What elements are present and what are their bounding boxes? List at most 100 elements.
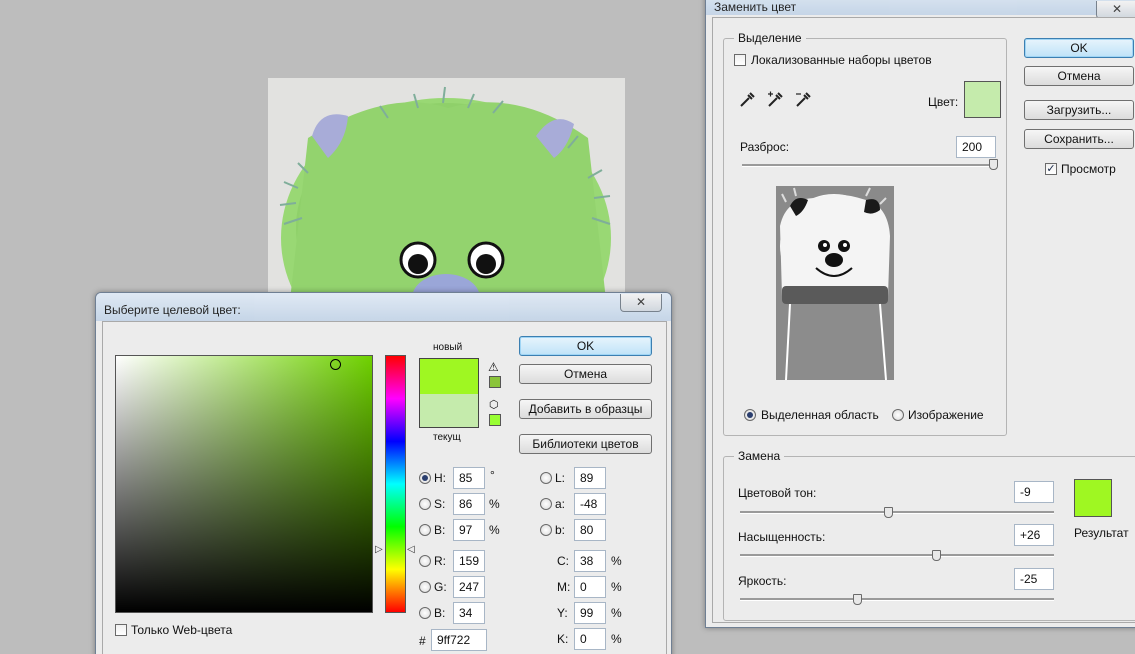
l-input[interactable]: 89 [574,467,606,489]
localized-label: Локализованные наборы цветов [751,53,932,67]
canvas-image [268,78,625,318]
lab-b-label: b: [555,523,566,537]
result-swatch[interactable] [1074,479,1112,517]
g-radio[interactable] [419,581,431,593]
selection-preview [776,186,894,381]
fuzziness-label: Разброс: [740,140,790,154]
s-unit: % [489,497,500,511]
replace-color-dialog: Заменить цвет ✕ Выделение Локализованные… [705,0,1135,628]
fuzziness-slider-track[interactable] [742,164,996,167]
k-input[interactable]: 0 [574,628,606,650]
a-radio[interactable] [540,498,552,510]
replacement-group: Замена Цветовой тон: -9 Насыщенность: +2… [723,449,1135,621]
m-unit: % [611,580,622,594]
hue-input[interactable]: -9 [1014,481,1054,503]
current-color-swatch[interactable] [420,394,478,427]
lightness-input[interactable]: -25 [1014,568,1054,590]
hue-slider-thumb[interactable] [884,507,893,518]
color-picker-body: ▷ ◁ новый текущ ⚠ ⬡ OK Отмена Добавить в… [102,321,667,654]
gamut-swatch[interactable] [489,376,501,388]
load-button[interactable]: Загрузить... [1024,100,1134,120]
selected-color-swatch[interactable] [964,81,1001,118]
saturation-input[interactable]: +26 [1014,524,1054,546]
color-libraries-button[interactable]: Библиотеки цветов [519,434,652,454]
fuzziness-slider-thumb[interactable] [989,159,998,170]
eyedropper-minus-icon[interactable] [794,91,812,112]
current-label: текущ [433,432,461,443]
save-button[interactable]: Сохранить... [1024,129,1134,149]
hue-strip-left-arrow[interactable]: ▷ [375,544,383,555]
color-label: Цвет: [928,95,959,109]
a-input[interactable]: -48 [574,493,606,515]
preview-label: Просмотр [1061,162,1116,176]
hue-slider-track[interactable] [740,511,1054,514]
hue-strip-right-arrow[interactable]: ◁ [407,544,415,555]
b-label: B: [434,523,446,537]
replace-color-titlebar[interactable]: Заменить цвет ✕ [706,0,1135,19]
selection-group-title: Выделение [734,31,806,45]
lab-b-radio[interactable] [540,524,552,536]
localized-checkbox[interactable] [734,54,746,66]
web-safe-swatch[interactable] [489,414,501,426]
l-radio[interactable] [540,472,552,484]
color-picker-title: Выберите целевой цвет: [104,303,241,317]
lightness-slider-thumb[interactable] [853,594,862,605]
s-radio[interactable] [419,498,431,510]
picker-cancel-button[interactable]: Отмена [519,364,652,384]
eyedropper-icon[interactable] [738,91,756,112]
c-label: C: [557,554,569,568]
replace-ok-button[interactable]: OK [1024,38,1134,58]
m-input[interactable]: 0 [574,576,606,598]
replacement-group-title: Замена [734,449,785,463]
picker-ok-button[interactable]: OK [519,336,652,356]
saturation-brightness-field[interactable] [115,355,373,613]
color-picker-titlebar[interactable]: Выберите целевой цвет: ✕ [96,293,671,321]
new-color-swatch [420,359,478,394]
color-field-marker[interactable] [330,359,341,370]
s-label: S: [434,497,446,511]
lab-b-input[interactable]: 80 [574,519,606,541]
h-label: H: [434,471,446,485]
h-unit: ° [490,468,495,482]
close-icon[interactable]: ✕ [620,294,662,312]
replace-cancel-button[interactable]: Отмена [1024,66,1134,86]
g-input[interactable]: 247 [453,576,485,598]
hex-input[interactable]: 9ff722 [431,629,487,651]
new-current-swatch [419,358,479,428]
b-input[interactable]: 97 [453,519,485,541]
image-radio[interactable] [892,409,904,421]
y-unit: % [611,606,622,620]
h-radio[interactable] [419,472,431,484]
blue-radio[interactable] [419,607,431,619]
eyedropper-plus-icon[interactable] [766,91,784,112]
preview-checkbox[interactable]: ✓ [1045,163,1057,175]
h-input[interactable]: 85 [453,467,485,489]
k-label: K: [557,632,569,646]
r-radio[interactable] [419,555,431,567]
cube-icon[interactable]: ⬡ [489,398,499,411]
y-input[interactable]: 99 [574,602,606,624]
blue-input[interactable]: 34 [453,602,485,624]
b-unit: % [489,523,500,537]
hex-hash: # [419,634,426,648]
saturation-slider-thumb[interactable] [932,550,941,561]
web-only-checkbox[interactable] [115,624,127,636]
lightness-slider-track[interactable] [740,598,1054,601]
c-unit: % [611,554,622,568]
blue-label: B: [434,606,446,620]
selection-radio[interactable] [744,409,756,421]
g-label: G: [434,580,447,594]
selection-group: Выделение Локализованные наборы цветов Ц… [723,31,1007,436]
c-input[interactable]: 38 [574,550,606,572]
hue-strip[interactable] [385,355,406,613]
r-label: R: [434,554,446,568]
r-input[interactable]: 159 [453,550,485,572]
lightness-label: Яркость: [738,574,787,588]
b-radio[interactable] [419,524,431,536]
s-input[interactable]: 86 [453,493,485,515]
m-label: M: [557,580,571,594]
add-to-swatches-button[interactable]: Добавить в образцы [519,399,652,419]
warning-icon[interactable]: ⚠ [488,360,499,374]
saturation-slider-track[interactable] [740,554,1054,557]
fuzziness-input[interactable]: 200 [956,136,996,158]
